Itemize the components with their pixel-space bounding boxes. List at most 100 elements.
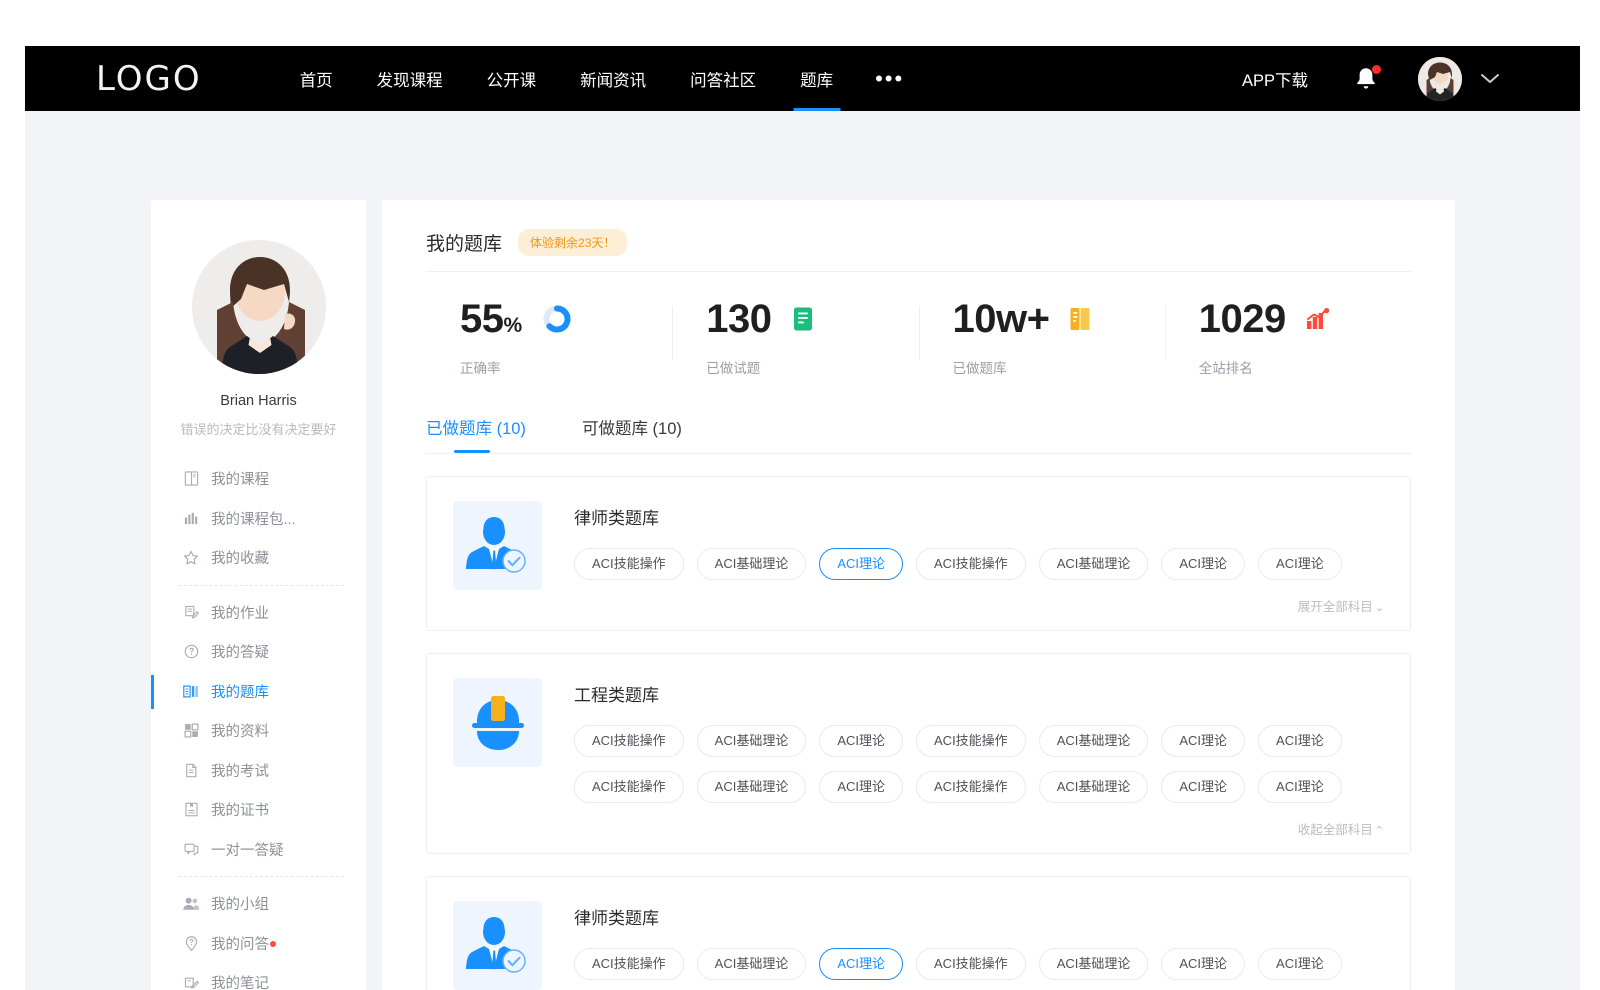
avatar[interactable] [1418,57,1462,101]
bank-card[interactable]: 工程类题库ACI技能操作ACI基础理论ACI理论ACI技能操作ACI基础理论AC… [426,653,1411,854]
subject-chip[interactable]: ACI技能操作 [574,548,684,580]
nav-item-1[interactable]: 首页 [278,46,355,111]
subject-chip[interactable]: ACI理论 [819,948,903,980]
bank-card-body: 律师类题库ACI技能操作ACI基础理论ACI理论ACI技能操作ACI基础理论AC… [574,501,1384,617]
sidebar-item-label: 我的考试 [211,760,269,781]
nav-item-3[interactable]: 公开课 [465,46,559,111]
bank-card-list: 律师类题库ACI技能操作ACI基础理论ACI理论ACI技能操作ACI基础理论AC… [426,476,1411,990]
subject-chip[interactable]: ACI理论 [1161,725,1245,757]
subject-chip[interactable]: ACI基础理论 [697,725,807,757]
chevron-down-icon [1480,72,1500,85]
sidebar-item-4[interactable]: 我的作业 [151,593,366,633]
subject-chip-row: ACI技能操作 ACI基础理论 ACI理论 ACI技能操作 ACI基础理论 ACI理论 AC… [574,548,1384,594]
subject-chip[interactable]: ACI基础理论 [697,771,807,803]
question-circle-icon [182,643,200,661]
book-icon [182,470,200,488]
sidebar-item-label: 我的笔记 [211,972,269,990]
stat-value-row: 1029 [1199,299,1411,339]
sidebar-item-13[interactable]: 我的问答 [151,924,366,964]
sidebar-item-label: 我的题库 [211,681,269,702]
subject-chip[interactable]: ACI技能操作 [916,548,1026,580]
subject-chip[interactable]: ACI理论 [1258,771,1342,803]
sidebar-item-5[interactable]: 我的答疑 [151,632,366,672]
subject-chip[interactable]: ACI技能操作 [916,725,1026,757]
sidebar-item-2[interactable]: 我的收藏 [151,538,366,578]
sidebar-item-0[interactable]: 我的课程 [151,459,366,499]
subject-chip[interactable]: ACI理论 [819,548,903,580]
stat-unit: % [504,314,522,337]
subject-chip[interactable]: ACI理论 [1161,548,1245,580]
site-logo[interactable]: LOGO [96,59,202,99]
app-download-link[interactable]: APP下载 [1242,67,1308,91]
sidebar-item-12[interactable]: 我的小组 [151,884,366,924]
stat-value-row: 55% [460,299,672,339]
tab-1[interactable]: 可做题库 (10) [582,405,682,453]
nav-item-2[interactable]: 发现课程 [355,46,465,111]
account-menu-chevron[interactable] [1480,72,1500,85]
subject-chip[interactable]: ACI理论 [1258,948,1342,980]
subject-chip[interactable]: ACI理论 [1258,725,1342,757]
subject-chip[interactable]: ACI技能操作 [574,948,684,980]
stat-value-row: 130 [706,299,918,339]
nav-item-4[interactable]: 新闻资讯 [558,46,668,111]
stat-label: 已做试题 [706,357,918,377]
user-avatar-image [1418,57,1462,101]
sidebar-item-1[interactable]: 我的课程包... [151,499,366,539]
yellow-book-icon [1068,306,1092,332]
subject-chip[interactable]: ACI基础理论 [1039,948,1149,980]
subject-chip[interactable]: ACI理论 [1161,771,1245,803]
group-icon [182,895,200,913]
notifications-button[interactable] [1354,66,1378,92]
profile-sidebar: Brian Harris 错误的决定比没有决定要好 我的课程我的课程包...我的… [151,200,366,990]
subject-chip[interactable]: ACI技能操作 [574,771,684,803]
stat-card-0: 55%正确率 [426,299,672,377]
bank-card-title: 工程类题库 [574,681,1384,706]
stat-label: 全站排名 [1199,357,1411,377]
subject-chip[interactable]: ACI基础理论 [1039,771,1149,803]
nav-item-5[interactable]: 问答社区 [668,46,778,111]
nav-item-6[interactable]: 题库 [778,46,855,111]
sidebar-divider [179,585,344,586]
bank-card[interactable]: 律师类题库ACI技能操作ACI基础理论ACI理论ACI技能操作ACI基础理论AC… [426,476,1411,631]
tabs-divider: 已做题库 (10) 可做题库 (10) [426,405,1411,454]
tab-0[interactable]: 已做题库 (10) [426,405,526,453]
bank-card[interactable]: 律师类题库ACI技能操作ACI基础理论ACI理论ACI技能操作ACI基础理论AC… [426,876,1411,990]
subject-chip[interactable]: ACI技能操作 [916,771,1026,803]
stat-number: 130 [706,297,771,341]
certificate-icon [182,801,200,819]
subject-chip[interactable]: ACI基础理论 [697,948,807,980]
subject-chip[interactable]: ACI理论 [1258,548,1342,580]
expand-subjects-toggle[interactable]: 展开全部科目⌄ [574,596,1384,615]
chevron-down-icon: ⌄ [1375,602,1384,614]
subject-chip[interactable]: ACI基础理论 [1039,548,1149,580]
sidebar-item-label: 我的问答 [211,933,269,954]
sidebar-item-8[interactable]: 我的考试 [151,751,366,791]
subject-chip[interactable]: ACI基础理论 [1039,725,1149,757]
subject-chip[interactable]: ACI技能操作 [574,725,684,757]
sidebar-user-motto: 错误的决定比没有决定要好 [151,419,366,438]
stat-value: 10w+ [953,299,1050,339]
question-bank-icon [182,682,200,700]
subject-chip[interactable]: ACI理论 [819,725,903,757]
expand-subjects-toggle[interactable]: 收起全部科目⌃ [574,819,1384,838]
stat-value: 130 [706,299,771,339]
stat-card-3: 1029 全站排名 [1165,299,1411,377]
stat-number: 1029 [1199,297,1286,341]
sidebar-item-6[interactable]: 我的题库 [151,672,366,712]
chat-icon [182,840,200,858]
nav-more-icon[interactable]: ••• [855,46,924,111]
sidebar-item-9[interactable]: 我的证书 [151,790,366,830]
sidebar-item-7[interactable]: 我的资料 [151,711,366,751]
bank-card-title: 律师类题库 [574,504,1384,529]
subject-chip[interactable]: ACI理论 [819,771,903,803]
subject-chip[interactable]: ACI技能操作 [916,948,1026,980]
sidebar-item-10[interactable]: 一对一答疑 [151,830,366,870]
page-header: 我的题库 体验剩余23天！ [426,200,1411,272]
subject-chip[interactable]: ACI基础理论 [697,548,807,580]
subject-chip[interactable]: ACI理论 [1161,948,1245,980]
sidebar-item-label: 我的资料 [211,720,269,741]
sidebar-item-14[interactable]: 我的笔记 [151,963,366,990]
subject-chip-row: ACI技能操作 ACI基础理论 ACI理论 ACI技能操作 ACI基础理论 ACI理论 AC… [574,725,1384,771]
profile-avatar[interactable] [192,240,326,374]
sidebar-item-label: 我的课程 [211,468,269,489]
